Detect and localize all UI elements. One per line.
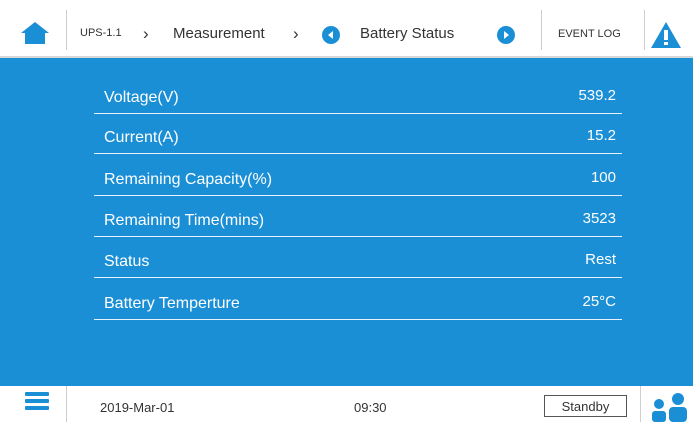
home-button[interactable]: [18, 21, 52, 45]
header-divider: [541, 10, 542, 50]
measurement-label: Remaining Time(mins): [104, 212, 265, 229]
system-date: 2019-Mar-01: [100, 400, 175, 415]
prev-page-button[interactable]: [322, 26, 340, 44]
measurement-label: Battery Temperture: [104, 295, 240, 312]
menu-icon[interactable]: [25, 392, 49, 416]
status-badge: Standby: [544, 395, 627, 417]
breadcrumb-measurement[interactable]: Measurement: [173, 25, 265, 42]
chevron-left-icon: [328, 31, 333, 39]
warning-icon[interactable]: [650, 21, 682, 49]
measurement-row-remaining-time: Remaining Time(mins) 3523: [94, 197, 622, 237]
chevron-right-icon: [504, 31, 509, 39]
footer-divider: [66, 386, 67, 422]
measurement-value: Rest: [585, 251, 616, 268]
bottom-bar: 2019-Mar-01 09:30 Standby: [0, 386, 693, 422]
footer-divider: [640, 386, 641, 422]
battery-status-panel: Voltage(V) 539.2 Current(A) 15.2 Remaini…: [0, 58, 693, 386]
measurement-row-remaining-capacity: Remaining Capacity(%) 100: [94, 156, 622, 196]
next-page-button[interactable]: [497, 26, 515, 44]
breadcrumb-separator: ›: [293, 24, 299, 43]
measurement-label: Status: [104, 253, 150, 270]
page-title: Battery Status: [360, 25, 455, 42]
measurement-row-voltage: Voltage(V) 539.2: [94, 74, 622, 114]
measurement-row-current: Current(A) 15.2: [94, 114, 622, 154]
measurement-label: Remaining Capacity(%): [104, 171, 273, 188]
top-bar: UPS-1.1 › Measurement › Battery Status E…: [0, 0, 693, 58]
system-time: 09:30: [354, 400, 387, 415]
home-icon: [21, 22, 49, 44]
measurement-value: 3523: [582, 210, 616, 227]
measurement-row-battery-temperature: Battery Temperture 25°C: [94, 280, 622, 320]
breadcrumb-device[interactable]: UPS-1.1: [80, 27, 122, 39]
measurement-value: 100: [590, 169, 616, 186]
measurement-label: Current(A): [104, 129, 179, 146]
header-divider: [66, 10, 67, 50]
measurement-label: Voltage(V): [104, 89, 179, 106]
measurement-row-status: Status Rest: [94, 238, 622, 278]
event-log-button[interactable]: EVENT LOG: [558, 28, 621, 40]
measurement-value: 539.2: [578, 87, 616, 104]
breadcrumb-separator: ›: [143, 24, 149, 43]
measurement-value: 15.2: [586, 127, 616, 144]
header-divider: [644, 10, 645, 50]
measurement-value: 25°C: [582, 293, 616, 310]
users-icon[interactable]: [648, 391, 690, 422]
